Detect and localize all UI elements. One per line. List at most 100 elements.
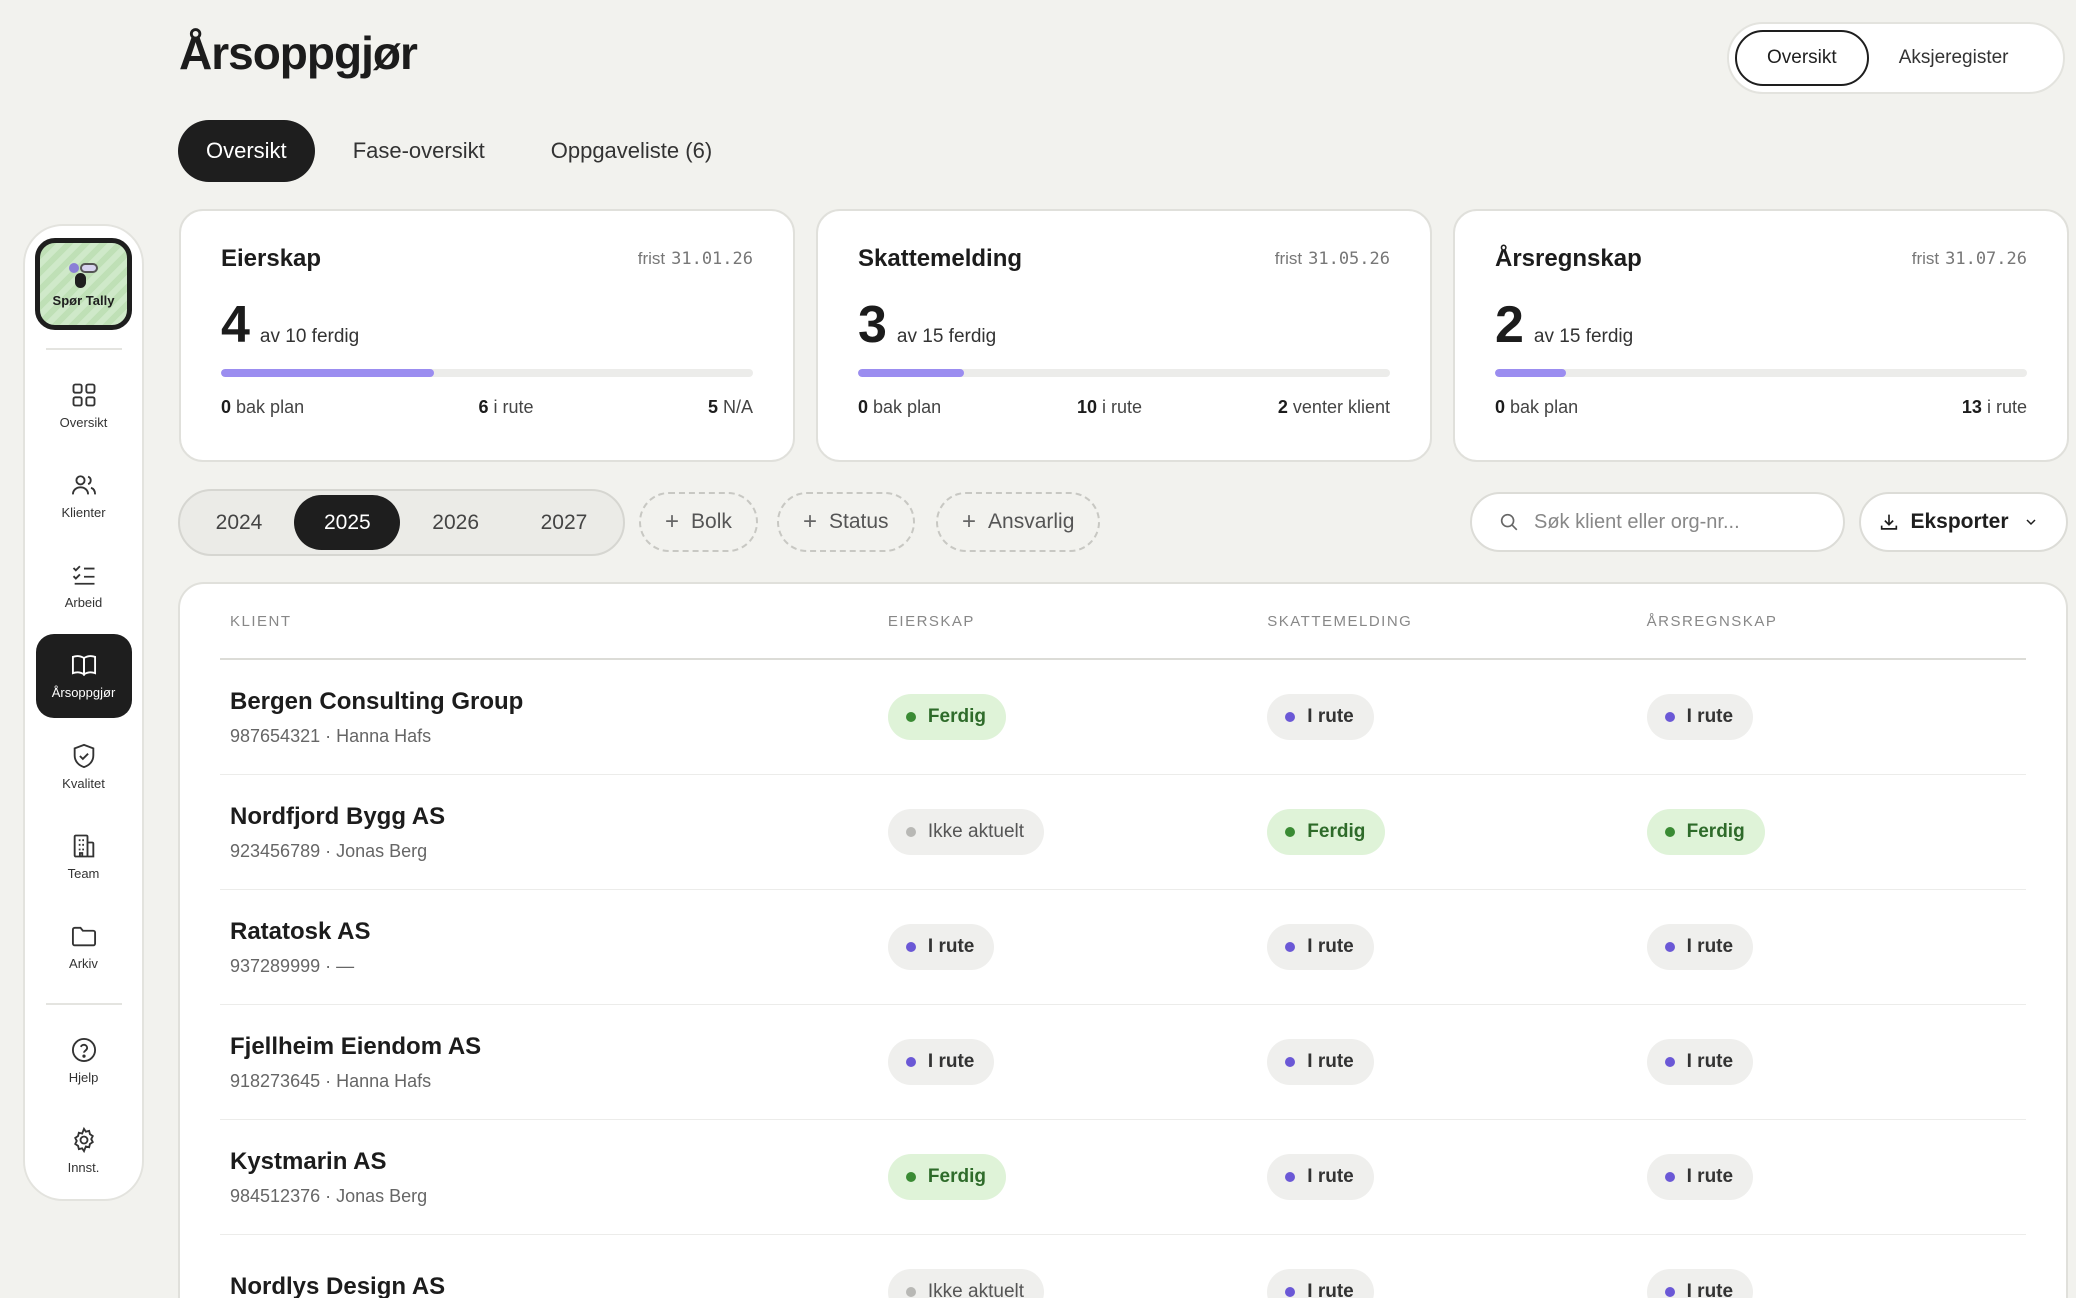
arsregnskap-cell: I rute [1646, 924, 2026, 970]
table-row[interactable]: Nordfjord Bygg AS 923456789 · Jonas Berg… [220, 775, 2026, 890]
table-row[interactable]: Bergen Consulting Group 987654321 · Hann… [220, 660, 2026, 775]
sidebar-item-oversikt[interactable]: Oversikt [36, 364, 132, 447]
summary-card-arsregnskap[interactable]: Årsregnskap frist 31.07.26 2 av 15 ferdig… [1453, 209, 2069, 462]
filter-chip-bolk[interactable]: + Bolk [639, 492, 758, 552]
client-cell: Nordlys Design AS [220, 1273, 888, 1298]
sidebar-item-arkiv[interactable]: Arkiv [36, 905, 132, 988]
skattemelding-cell: I rute [1267, 924, 1646, 970]
status-dot-icon [1285, 1057, 1296, 1067]
sidebar-item-arsoppgjor[interactable]: Årsoppgjør [35, 634, 132, 718]
sidebar-item-klienter[interactable]: Klienter [36, 454, 132, 537]
view-toggle-oversikt[interactable]: Oversikt [1735, 30, 1869, 86]
folder-icon [71, 926, 96, 947]
column-header-skattemelding[interactable]: SKATTEMELDING [1267, 613, 1646, 630]
table-row[interactable]: Ratatosk AS 937289999 · — I rute I rute … [220, 890, 2026, 1005]
filter-chip-status[interactable]: + Status [777, 492, 915, 552]
client-name[interactable]: Nordlys Design AS [230, 1273, 888, 1298]
ask-tally-button[interactable]: Spør Tally [35, 238, 132, 331]
status-badge: Ikke aktuelt [887, 1269, 1045, 1298]
status-badge: I rute [1646, 694, 1754, 740]
year-2026[interactable]: 2026 [403, 495, 509, 550]
arsregnskap-cell: Ferdig [1646, 809, 2026, 855]
client-cell: Nordfjord Bygg AS 923456789 · Jonas Berg [220, 803, 888, 862]
search-box[interactable] [1470, 492, 1845, 552]
tab-oversikt[interactable]: Oversikt [178, 120, 315, 182]
stat-on-track: 10 i rute [1076, 397, 1143, 417]
table-row[interactable]: Kystmarin AS 984512376 · Jonas Berg Ferd… [220, 1120, 2026, 1235]
skattemelding-cell: I rute [1267, 694, 1646, 740]
sidebar-item-label: Klienter [61, 505, 106, 521]
sidebar-item-arbeid[interactable]: Arbeid [36, 544, 132, 627]
card-of-text: av 15 ferdig [1533, 326, 1634, 347]
status-dot-icon [1285, 1287, 1296, 1297]
status-dot-icon [1285, 942, 1296, 952]
table-row[interactable]: Nordlys Design AS Ikke aktuelt I rute I … [220, 1235, 2026, 1298]
filter-chip-ansvarlig[interactable]: + Ansvarlig [936, 492, 1101, 552]
sidebar-item-team[interactable]: Team [36, 815, 132, 898]
year-2025[interactable]: 2025 [294, 495, 401, 550]
client-table: KLIENT EIERSKAP SKATTEMELDING ÅRSREGNSKA… [178, 582, 2068, 1298]
card-done-count: 4 [221, 296, 250, 354]
stat-on-track: 13 i rute [1961, 397, 2027, 417]
status-badge: Ferdig [887, 1154, 1006, 1200]
client-name[interactable]: Nordfjord Bygg AS [230, 803, 888, 831]
arsregnskap-cell: I rute [1646, 1269, 2026, 1298]
search-input[interactable] [1534, 510, 1824, 534]
export-button[interactable]: Eksporter [1859, 492, 2068, 552]
status-badge: I rute [887, 1039, 995, 1085]
status-dot-icon [905, 1172, 916, 1182]
client-cell: Kystmarin AS 984512376 · Jonas Berg [220, 1148, 888, 1207]
client-cell: Ratatosk AS 937289999 · — [220, 918, 888, 977]
skattemelding-cell: I rute [1267, 1269, 1646, 1298]
column-header-eierskap[interactable]: EIERSKAP [888, 613, 1267, 630]
help-icon [71, 1037, 96, 1062]
summary-card-eierskap[interactable]: Eierskap frist 31.01.26 4 av 10 ferdig 0 … [179, 209, 795, 462]
status-dot-icon [1664, 1172, 1675, 1182]
tab-oppgaveliste[interactable]: Oppgaveliste (6) [523, 120, 740, 182]
plus-icon: + [803, 508, 818, 535]
eierskap-cell: Ikke aktuelt [887, 809, 1267, 855]
building-icon [73, 834, 94, 858]
sidebar-item-label: Arbeid [64, 595, 103, 611]
sidebar-item-label: Hjelp [68, 1069, 99, 1085]
sidebar: Spør Tally Oversikt Klienter Arbeid Årso… [23, 224, 144, 1201]
year-selector: 2024 2025 2026 2027 [178, 489, 625, 556]
ask-tally-label: Spør Tally [52, 292, 115, 308]
column-header-klient[interactable]: KLIENT [220, 613, 888, 630]
status-badge: Ferdig [1646, 809, 1765, 855]
tally-logo-icon [67, 261, 101, 288]
card-title: Eierskap [221, 245, 322, 272]
card-deadline: frist 31.07.26 [1911, 249, 2027, 269]
client-name[interactable]: Bergen Consulting Group [230, 688, 888, 716]
table-row[interactable]: Fjellheim Eiendom AS 918273645 · Hanna H… [220, 1005, 2026, 1120]
progress-bar [221, 369, 753, 377]
card-done-count: 2 [1495, 296, 1524, 354]
client-meta: 984512376 · Jonas Berg [230, 1185, 428, 1206]
status-badge: I rute [1646, 924, 1754, 970]
skattemelding-cell: I rute [1267, 1154, 1646, 1200]
summary-card-skattemelding[interactable]: Skattemelding frist 31.05.26 3 av 15 ferd… [816, 209, 1432, 462]
progress-bar [1495, 369, 2027, 377]
sidebar-item-innstillinger[interactable]: Innst. [36, 1109, 132, 1192]
sidebar-divider [45, 1002, 122, 1005]
status-dot-icon [905, 712, 916, 722]
users-icon [71, 475, 96, 495]
client-cell: Bergen Consulting Group 987654321 · Hann… [220, 688, 888, 747]
status-dot-icon [1285, 712, 1296, 722]
status-dot-icon [905, 1287, 916, 1297]
client-name[interactable]: Ratatosk AS [230, 918, 888, 946]
sidebar-item-hjelp[interactable]: Hjelp [36, 1019, 132, 1102]
column-header-arsregnskap[interactable]: ÅRSREGNSKAP [1647, 613, 2026, 630]
card-stats: 0 bak plan 6 i rute 5 N/A [221, 397, 753, 418]
tab-fase-oversikt[interactable]: Fase-oversikt [325, 120, 513, 182]
status-badge: Ferdig [887, 694, 1006, 740]
client-name[interactable]: Kystmarin AS [230, 1148, 888, 1176]
card-of-text: av 15 ferdig [896, 326, 997, 347]
view-toggle-aksjeregister[interactable]: Aksjeregister [1869, 30, 2039, 86]
page-title: Årsoppgjør [179, 27, 418, 79]
sidebar-item-kvalitet[interactable]: Kvalitet [36, 725, 132, 808]
client-name[interactable]: Fjellheim Eiendom AS [230, 1033, 888, 1061]
year-2027[interactable]: 2027 [511, 495, 617, 550]
year-2024[interactable]: 2024 [186, 495, 292, 550]
view-toggle: Oversikt Aksjeregister [1727, 22, 2065, 94]
